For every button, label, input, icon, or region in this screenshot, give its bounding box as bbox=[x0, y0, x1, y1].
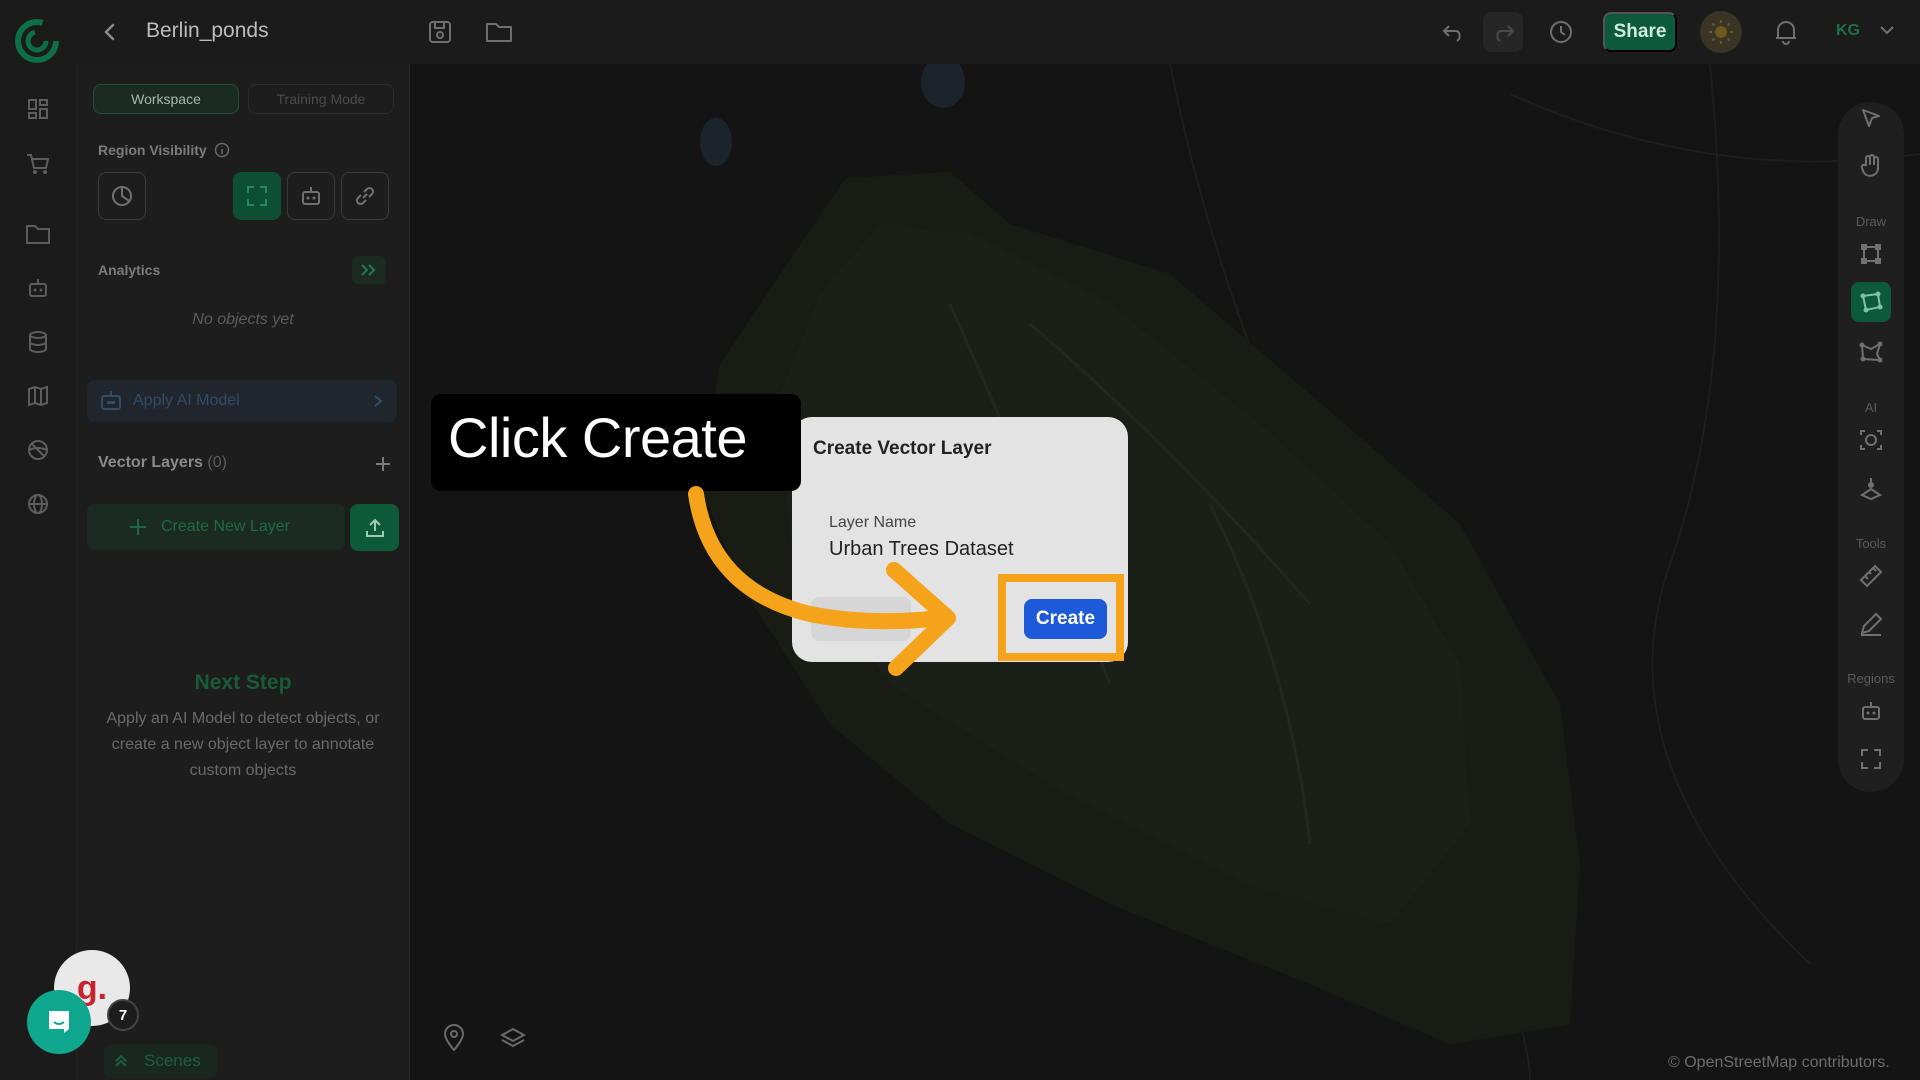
tab-training-mode[interactable]: Training Mode bbox=[248, 84, 394, 114]
create-button[interactable]: Create bbox=[1024, 599, 1107, 639]
location-pin-icon[interactable] bbox=[442, 1024, 466, 1052]
notification-count-badge: 7 bbox=[107, 999, 139, 1031]
add-layer-plus-icon[interactable] bbox=[374, 455, 392, 473]
folder-icon[interactable] bbox=[479, 12, 519, 52]
draw-section-label: Draw bbox=[1855, 214, 1887, 229]
database-icon[interactable] bbox=[20, 324, 56, 360]
expand-analytics-icon[interactable] bbox=[352, 256, 386, 284]
analytics-label: Analytics bbox=[98, 262, 161, 278]
user-avatar[interactable]: KG bbox=[1836, 22, 1860, 40]
project-title: Berlin_ponds bbox=[146, 19, 269, 42]
chevron-down-icon[interactable] bbox=[1879, 24, 1895, 36]
region-fullscreen-icon[interactable] bbox=[1851, 739, 1891, 779]
pen-edit-icon[interactable] bbox=[1851, 604, 1891, 644]
tools-section-label: Tools bbox=[1855, 536, 1887, 551]
next-step-title: Next Step bbox=[194, 671, 292, 694]
upload-layer-button[interactable] bbox=[350, 504, 399, 551]
layers-icon[interactable] bbox=[500, 1026, 526, 1050]
dialog-title: Create Vector Layer bbox=[813, 438, 992, 459]
robot-icon bbox=[99, 390, 123, 412]
project-folder-icon[interactable] bbox=[20, 216, 56, 252]
ai-detect-icon[interactable] bbox=[1851, 420, 1891, 460]
region-robot-icon[interactable] bbox=[1851, 691, 1891, 731]
scenes-button[interactable]: Scenes bbox=[104, 1044, 218, 1078]
create-new-layer-button[interactable]: Create New Layer bbox=[87, 504, 345, 550]
callout-arrow-icon bbox=[680, 480, 970, 680]
globe-grid-icon[interactable] bbox=[20, 432, 56, 468]
vector-layers-count: (0) bbox=[207, 454, 227, 471]
save-icon[interactable] bbox=[420, 12, 460, 52]
info-icon[interactable] bbox=[214, 142, 230, 158]
apply-ai-model-label: Apply AI Model bbox=[133, 392, 240, 409]
select-cursor-icon[interactable] bbox=[1851, 98, 1891, 138]
app-logo-icon[interactable] bbox=[14, 18, 60, 64]
notification-bell-icon[interactable] bbox=[1766, 12, 1806, 52]
fullscreen-region-button[interactable] bbox=[233, 172, 281, 220]
ruler-icon[interactable] bbox=[1851, 556, 1891, 596]
ai-segment-icon[interactable] bbox=[1851, 468, 1891, 508]
cart-icon[interactable] bbox=[20, 146, 56, 182]
undo-icon[interactable] bbox=[1434, 12, 1474, 52]
chevrons-up-icon bbox=[114, 1054, 128, 1068]
theme-toggle-sun-icon[interactable] bbox=[1700, 11, 1742, 53]
robot-icon[interactable] bbox=[20, 270, 56, 306]
no-objects-text: No objects yet bbox=[192, 311, 294, 328]
robot-region-button[interactable] bbox=[287, 172, 335, 220]
map-icon[interactable] bbox=[20, 378, 56, 414]
map-attribution[interactable]: © OpenStreetMap contributors. bbox=[1668, 1054, 1890, 1072]
redo-icon[interactable] bbox=[1483, 12, 1523, 52]
chat-support-icon[interactable] bbox=[27, 990, 91, 1054]
pie-visibility-button[interactable] bbox=[98, 172, 146, 220]
apply-ai-model-button[interactable]: Apply AI Model bbox=[87, 380, 397, 422]
vector-layers-heading: Vector Layers (0) bbox=[98, 454, 227, 472]
freeform-draw-icon[interactable] bbox=[1851, 332, 1891, 372]
back-arrow-icon[interactable] bbox=[90, 12, 130, 52]
regions-section-label: Regions bbox=[1847, 671, 1895, 686]
next-step-description: Apply an AI Model to detect objects, or … bbox=[106, 710, 380, 779]
chevron-right-icon bbox=[373, 394, 383, 408]
ai-section-label: AI bbox=[1864, 400, 1878, 415]
link-region-button[interactable] bbox=[341, 172, 389, 220]
scenes-label: Scenes bbox=[144, 1051, 201, 1070]
globe-icon[interactable] bbox=[20, 486, 56, 522]
tab-workspace[interactable]: Workspace bbox=[93, 84, 239, 114]
region-visibility-label: Region Visibility bbox=[98, 142, 207, 158]
callout-text: Click Create bbox=[448, 406, 747, 469]
create-new-layer-label: Create New Layer bbox=[161, 518, 290, 535]
vector-layers-label: Vector Layers bbox=[98, 454, 203, 471]
history-icon[interactable] bbox=[1541, 12, 1581, 52]
rectangle-draw-icon[interactable] bbox=[1851, 234, 1891, 274]
plus-icon bbox=[129, 518, 147, 536]
polygon-draw-icon[interactable] bbox=[1851, 282, 1891, 322]
map-canvas[interactable] bbox=[410, 64, 1920, 1080]
dashboard-icon[interactable] bbox=[20, 91, 56, 127]
share-button[interactable]: Share bbox=[1603, 12, 1677, 52]
pan-hand-icon[interactable] bbox=[1851, 146, 1891, 186]
